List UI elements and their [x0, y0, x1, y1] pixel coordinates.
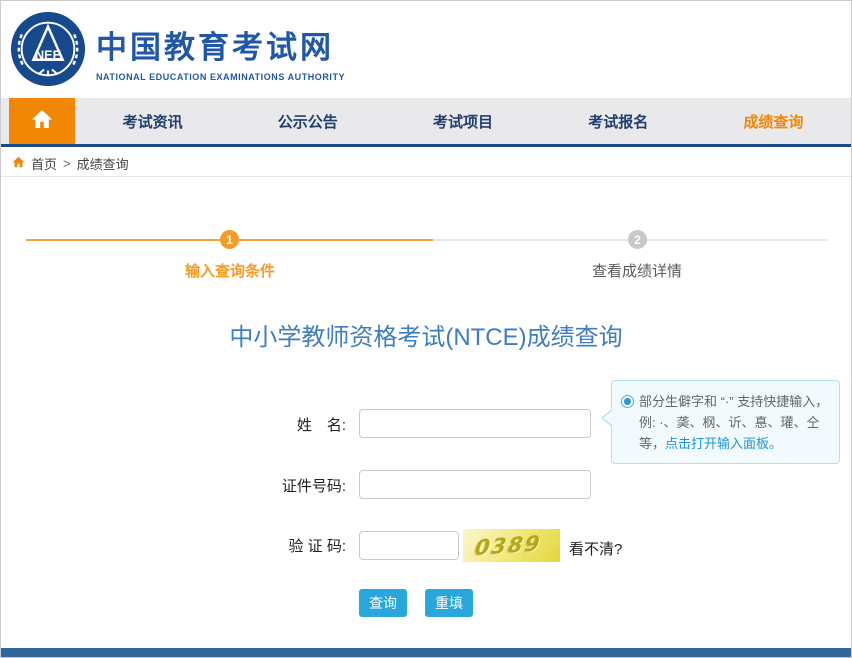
nav-items: 考试资讯 公示公告 考试项目 考试报名 成绩查询	[75, 98, 851, 144]
id-number-input[interactable]	[359, 470, 591, 499]
nav-item-announcements[interactable]: 公示公告	[230, 98, 385, 144]
breadcrumb: 首页 > 成绩查询	[1, 150, 851, 177]
svg-text:NEE: NEE	[35, 49, 61, 63]
captcha-input[interactable]	[359, 531, 459, 560]
tooltip-text: 部分生僻字和 “·” 支持快捷输入，例: ·、䶮、㭎、䜣、惪、瓘、仝等，点击打开…	[639, 391, 830, 454]
home-icon	[30, 107, 54, 136]
open-input-panel-link[interactable]: 点击打开输入面板。	[665, 436, 782, 451]
neea-emblem-icon: NEE	[9, 10, 87, 88]
nav-home-button[interactable]	[9, 98, 75, 144]
footer-bar	[1, 648, 851, 657]
site-header: NEE 中国教育考试网 NATIONAL EDUCATION EXAMINATI…	[1, 1, 851, 98]
site-brand: 中国教育考试网 NATIONAL EDUCATION EXAMINATIONS …	[96, 22, 345, 82]
breadcrumb-current: 成绩查询	[77, 154, 129, 173]
nav-item-exam-news[interactable]: 考试资讯	[75, 98, 230, 144]
step-2-circle: 2	[628, 230, 647, 249]
rare-character-tooltip: 部分生僻字和 “·” 支持快捷输入，例: ·、䶮、㭎、䜣、惪、瓘、仝等，点击打开…	[611, 380, 840, 464]
step-1-label: 输入查询条件	[120, 260, 340, 281]
radio-dot-icon	[621, 395, 634, 408]
site-subtitle: NATIONAL EDUCATION EXAMINATIONS AUTHORIT…	[96, 72, 345, 82]
reset-button[interactable]: 重填	[425, 589, 473, 617]
captcha-label: 验 证 码:	[161, 539, 346, 554]
page-title: 中小学教师资格考试(NTCE)成绩查询	[1, 317, 851, 352]
step-1-circle: 1	[220, 230, 239, 249]
page: NEE 中国教育考试网 NATIONAL EDUCATION EXAMINATI…	[0, 0, 852, 658]
breadcrumb-separator: >	[63, 156, 71, 171]
step-2-label: 查看成绩详情	[527, 260, 747, 281]
main-nav: 考试资讯 公示公告 考试项目 考试报名 成绩查询	[1, 98, 851, 147]
id-number-label: 证件号码:	[161, 479, 346, 494]
main-content: 1 2 输入查询条件 查看成绩详情 中小学教师资格考试(NTCE)成绩查询 姓 …	[1, 178, 851, 650]
name-label: 姓 名:	[161, 418, 346, 433]
nav-item-exam-programs[interactable]: 考试项目	[385, 98, 540, 144]
name-input[interactable]	[359, 409, 591, 438]
site-title: 中国教育考试网	[96, 22, 345, 67]
nav-item-score-query[interactable]: 成绩查询	[696, 98, 851, 144]
captcha-text: 0389	[463, 529, 544, 562]
captcha-refresh-link[interactable]: 看不清?	[569, 538, 622, 559]
breadcrumb-home-link[interactable]: 首页	[31, 154, 57, 173]
nav-item-registration[interactable]: 考试报名	[541, 98, 696, 144]
query-button[interactable]: 查询	[359, 589, 407, 617]
captcha-image[interactable]: 0389	[463, 529, 560, 562]
step-progress-track	[26, 239, 827, 241]
breadcrumb-home-icon	[11, 155, 26, 172]
